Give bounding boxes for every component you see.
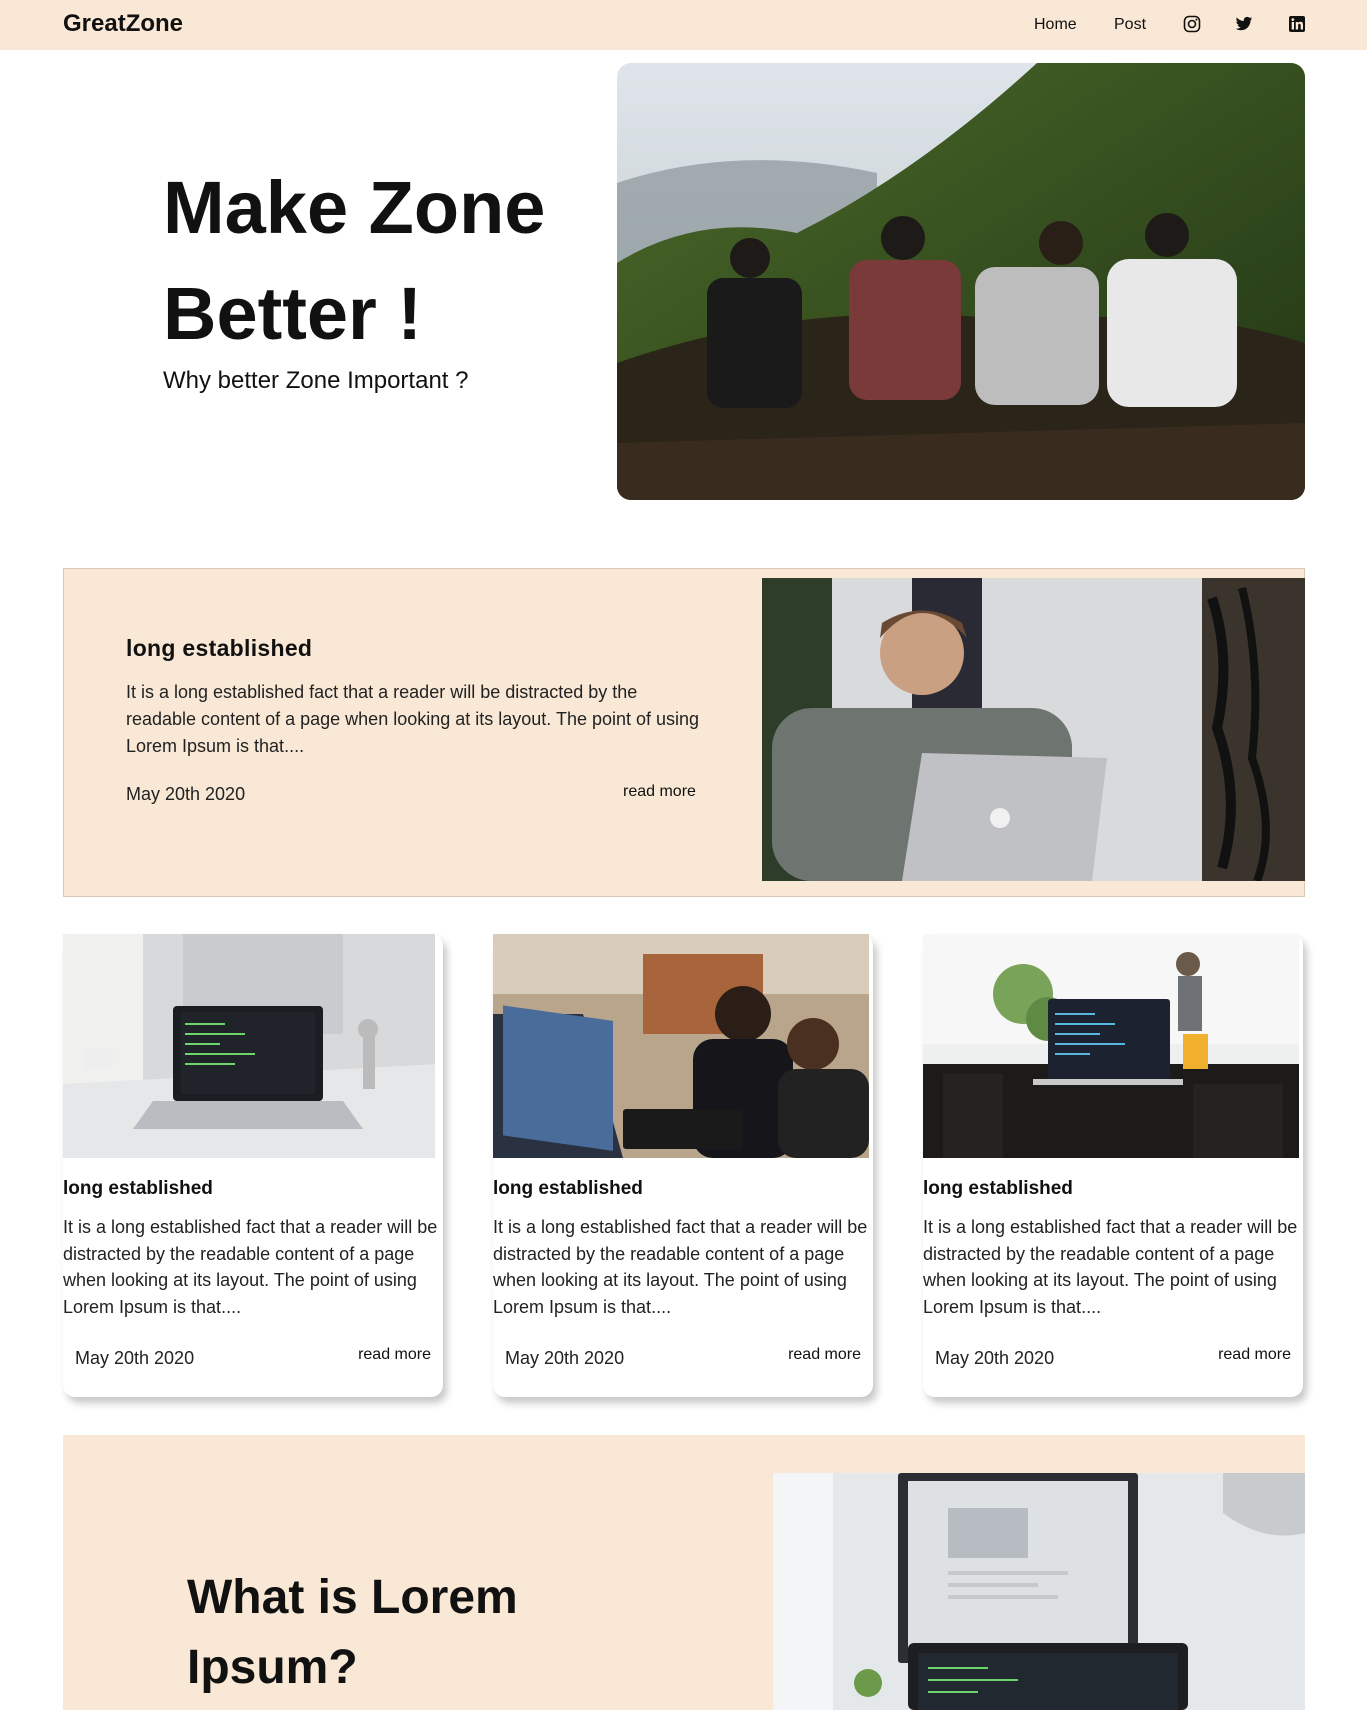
featured-post-title: long established bbox=[126, 635, 313, 661]
post-card: long established It is a long establishe… bbox=[63, 934, 443, 1397]
lorem-section-title: What is Lorem Ipsum? bbox=[187, 1571, 518, 1694]
lorem-section-image-monitor bbox=[773, 1473, 1305, 1710]
read-more-link[interactable]: read more bbox=[358, 1346, 431, 1364]
hero-title: Make Zone Better ! bbox=[163, 166, 546, 355]
post-card-image-coworkers bbox=[493, 934, 869, 1158]
post-card-image-cafe-laptop bbox=[923, 934, 1299, 1158]
post-card-image-laptop-desk bbox=[63, 934, 435, 1158]
read-more-link[interactable]: read more bbox=[1218, 1346, 1291, 1364]
post-card-excerpt: It is a long established fact that a rea… bbox=[493, 1217, 868, 1317]
post-card-date: May 20th 2020 bbox=[505, 1348, 625, 1368]
post-card: long established It is a long establishe… bbox=[493, 934, 873, 1397]
featured-post-date: May 20th 2020 bbox=[126, 784, 246, 804]
post-card-excerpt: It is a long established fact that a rea… bbox=[63, 1217, 438, 1317]
read-more-link[interactable]: read more bbox=[788, 1346, 861, 1364]
twitter-icon[interactable] bbox=[1235, 15, 1253, 33]
navbar: GreatZone Home Post bbox=[0, 0, 1367, 50]
instagram-icon[interactable] bbox=[1183, 15, 1201, 33]
brand-logo[interactable]: GreatZone bbox=[63, 10, 183, 38]
featured-image-man-with-laptop bbox=[762, 578, 1305, 881]
linkedin-icon[interactable] bbox=[1288, 15, 1306, 33]
nav-link-home[interactable]: Home bbox=[1034, 16, 1077, 34]
post-card-date: May 20th 2020 bbox=[935, 1348, 1055, 1368]
hero-subtitle: Why better Zone Important ? bbox=[163, 367, 469, 394]
lorem-section: What is Lorem Ipsum? bbox=[63, 1435, 1305, 1710]
featured-read-more-link[interactable]: read more bbox=[623, 783, 696, 801]
nav-link-post[interactable]: Post bbox=[1114, 16, 1146, 34]
featured-post-card: long established It is a long establishe… bbox=[63, 568, 1305, 897]
post-card-excerpt: It is a long established fact that a rea… bbox=[923, 1217, 1298, 1317]
post-card-title: long established bbox=[923, 1178, 1073, 1199]
post-card-title: long established bbox=[493, 1178, 643, 1199]
post-card-title: long established bbox=[63, 1178, 213, 1199]
hero-image-friends-on-hill bbox=[617, 63, 1305, 500]
post-card-date: May 20th 2020 bbox=[75, 1348, 195, 1368]
post-card: long established It is a long establishe… bbox=[923, 934, 1303, 1397]
featured-post-excerpt: It is a long established fact that a rea… bbox=[126, 682, 700, 756]
